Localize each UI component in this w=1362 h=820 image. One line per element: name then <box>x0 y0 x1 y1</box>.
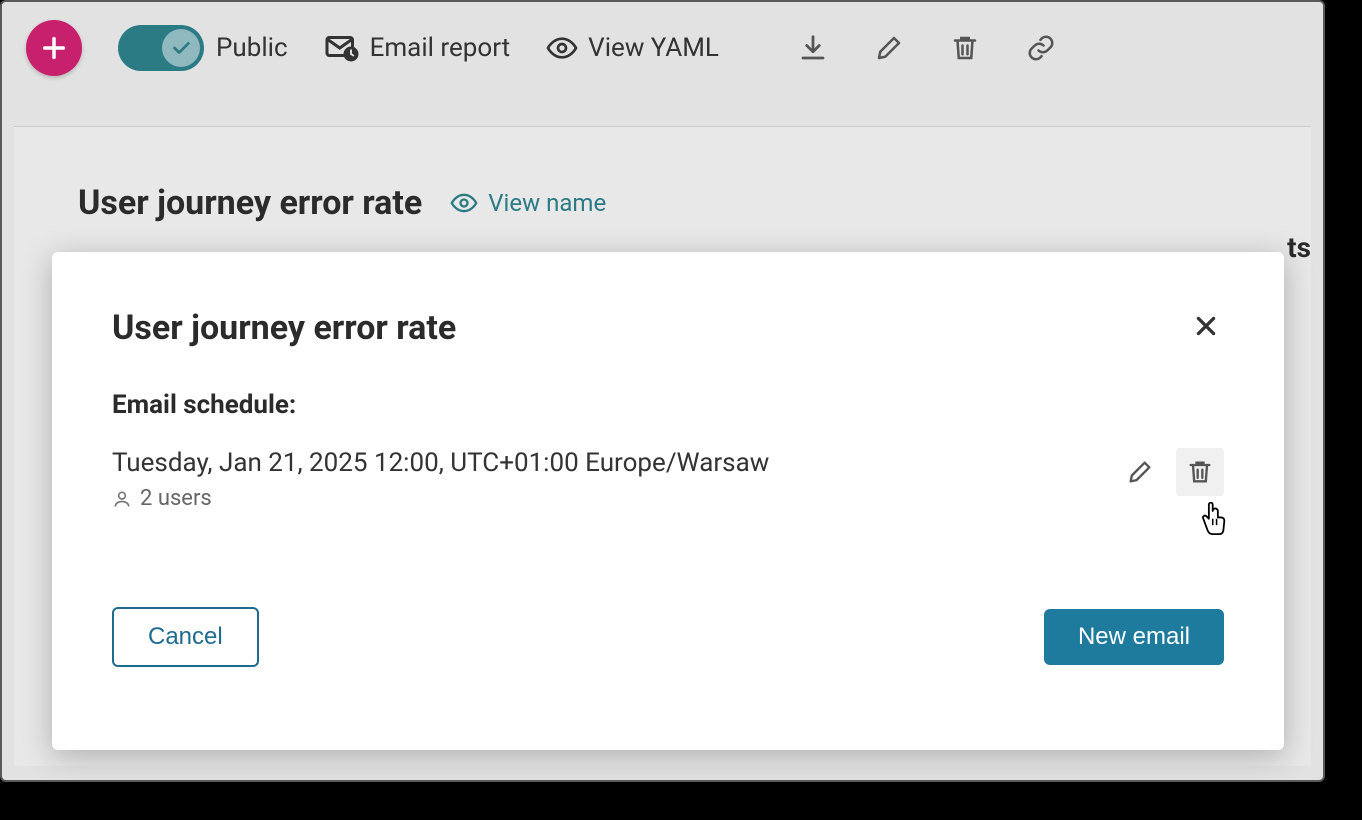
edit-schedule-button[interactable] <box>1116 448 1164 496</box>
download-icon <box>798 33 828 63</box>
toggle-knob <box>162 29 200 67</box>
cancel-button[interactable]: Cancel <box>112 607 259 667</box>
page-header: User journey error rate View name <box>78 183 1247 223</box>
download-button[interactable] <box>791 26 835 70</box>
schedule-datetime: Tuesday, Jan 21, 2025 12:00, UTC+01:00 E… <box>112 448 1116 478</box>
modal-header: User journey error rate <box>112 308 1224 348</box>
new-email-button[interactable]: New email <box>1044 609 1224 665</box>
pencil-icon <box>874 33 904 63</box>
delete-button[interactable] <box>943 26 987 70</box>
toolbar-icon-row <box>791 26 1063 70</box>
view-yaml-label: View YAML <box>588 33 719 63</box>
plus-icon <box>40 34 68 62</box>
eye-icon <box>546 32 578 64</box>
email-report-label: Email report <box>370 33 511 63</box>
modal-title: User journey error rate <box>112 308 456 348</box>
view-yaml-button[interactable]: View YAML <box>546 32 719 64</box>
schedule-row: Tuesday, Jan 21, 2025 12:00, UTC+01:00 E… <box>112 448 1224 511</box>
close-icon <box>1193 313 1219 339</box>
public-toggle[interactable] <box>118 25 204 71</box>
page-title: User journey error rate <box>78 183 422 223</box>
eye-icon <box>450 189 478 217</box>
public-toggle-wrap: Public <box>118 25 288 71</box>
check-icon <box>170 37 192 59</box>
email-schedule-label: Email schedule: <box>112 390 1224 420</box>
edit-button[interactable] <box>867 26 911 70</box>
link-icon <box>1026 33 1056 63</box>
schedule-info: Tuesday, Jan 21, 2025 12:00, UTC+01:00 E… <box>112 448 1116 511</box>
schedule-users: 2 users <box>112 486 1116 511</box>
view-name-label: View name <box>488 189 606 217</box>
trash-icon <box>950 33 980 63</box>
schedule-actions <box>1116 448 1224 496</box>
add-button[interactable] <box>26 20 82 76</box>
modal-footer: Cancel New email <box>112 607 1224 667</box>
email-report-button[interactable]: Email report <box>324 30 511 66</box>
email-schedule-modal: User journey error rate Email schedule: … <box>52 252 1284 750</box>
app-window: Public Email report View YAML <box>0 0 1325 782</box>
link-button[interactable] <box>1019 26 1063 70</box>
trash-icon <box>1186 458 1214 486</box>
partial-side-text: ts <box>1287 231 1311 264</box>
pencil-icon <box>1126 458 1154 486</box>
schedule-users-label: 2 users <box>140 486 212 511</box>
public-label: Public <box>216 33 288 63</box>
toolbar: Public Email report View YAML <box>2 2 1323 94</box>
mail-clock-icon <box>324 30 360 66</box>
close-button[interactable] <box>1188 308 1224 344</box>
view-name-link[interactable]: View name <box>450 189 606 217</box>
delete-schedule-button[interactable] <box>1176 448 1224 496</box>
user-icon <box>112 489 132 509</box>
